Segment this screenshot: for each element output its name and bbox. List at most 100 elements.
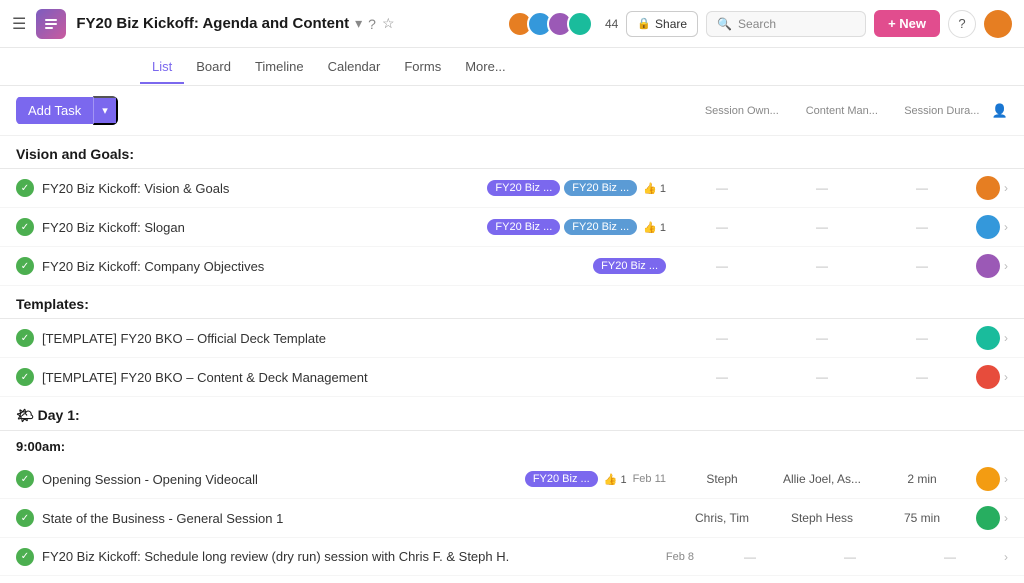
section-label: Vision and Goals: xyxy=(16,146,134,162)
col-session-dur: — xyxy=(872,370,972,384)
task-row: ✓ [TEMPLATE] FY20 BKO – Official Deck Te… xyxy=(0,319,1024,358)
add-task-button[interactable]: Add Task ▾ xyxy=(16,96,118,125)
section-label: 🌤 Day 1: xyxy=(16,407,80,424)
tag: FY20 Biz ... xyxy=(564,180,637,196)
col-content-man: — xyxy=(772,181,872,195)
task-tags: FY20 Biz ... FY20 Biz ... xyxy=(487,219,637,235)
tab-more[interactable]: More... xyxy=(453,51,517,84)
task-name[interactable]: FY20 Biz Kickoff: Vision & Goals xyxy=(42,181,487,196)
add-task-chevron[interactable]: ▾ xyxy=(93,96,118,125)
col-header-session-owner: Session Own... xyxy=(692,105,792,117)
tag: FY20 Biz ... xyxy=(593,258,666,274)
check-icon: ✓ xyxy=(16,329,34,347)
avatar xyxy=(567,11,593,37)
share-label: Share xyxy=(655,17,687,31)
avatar xyxy=(976,506,1000,530)
dropdown-icon[interactable]: ▾ xyxy=(355,15,362,32)
col-session-owner: — xyxy=(672,259,772,273)
check-icon: ✓ xyxy=(16,179,34,197)
hamburger-icon[interactable]: ☰ xyxy=(12,14,26,34)
nav-tabs: List Board Timeline Calendar Forms More.… xyxy=(0,48,1024,86)
main-content: Add Task ▾ Session Own... Content Man...… xyxy=(0,86,1024,583)
date-badge: Feb 8 xyxy=(666,551,694,563)
new-label: + New xyxy=(888,16,926,31)
help-button[interactable]: ? xyxy=(948,10,976,38)
share-icon: 🔒 xyxy=(637,17,651,30)
task-row: ✓ FY20 Biz Kickoff: Vision & Goals FY20 … xyxy=(0,169,1024,208)
task-name[interactable]: FY20 Biz Kickoff: Slogan xyxy=(42,220,487,235)
check-icon: ✓ xyxy=(16,470,34,488)
user-avatar[interactable] xyxy=(984,10,1012,38)
check-icon: ✓ xyxy=(16,368,34,386)
task-name[interactable]: Opening Session - Opening Videocall xyxy=(42,472,525,487)
check-icon: ✓ xyxy=(16,218,34,236)
tab-board[interactable]: Board xyxy=(184,51,243,84)
task-row: ✓ [TEMPLATE] FY20 BKO – Content & Deck M… xyxy=(0,358,1024,397)
time-label: 9:00am: xyxy=(16,439,65,454)
check-icon: ✓ xyxy=(16,548,34,566)
time-header-1015: 10:15am: xyxy=(0,576,1024,583)
task-row: ✓ Opening Session - Opening Videocall FY… xyxy=(0,460,1024,499)
col-content-man: — xyxy=(772,259,872,273)
toolbar: Add Task ▾ Session Own... Content Man...… xyxy=(0,86,1024,136)
tab-calendar[interactable]: Calendar xyxy=(316,51,393,84)
search-box[interactable]: 🔍 Search xyxy=(706,11,866,37)
tab-list[interactable]: List xyxy=(140,51,184,84)
col-session-dur: — xyxy=(872,259,972,273)
chevron-right-icon[interactable]: › xyxy=(1004,259,1008,273)
task-row: ✓ FY20 Biz Kickoff: Schedule long review… xyxy=(0,538,1024,576)
task-name[interactable]: FY20 Biz Kickoff: Schedule long review (… xyxy=(42,549,666,564)
share-button[interactable]: 🔒 Share xyxy=(626,11,698,37)
col-content-man: — xyxy=(772,220,872,234)
chevron-right-icon[interactable]: › xyxy=(1004,220,1008,234)
chevron-right-icon[interactable]: › xyxy=(1004,370,1008,384)
section-vision-goals: Vision and Goals: xyxy=(0,136,1024,169)
top-bar: ☰ FY20 Biz Kickoff: Agenda and Content ▾… xyxy=(0,0,1024,48)
col-session-owner: — xyxy=(672,181,772,195)
col-content-man: Steph Hess xyxy=(772,511,872,525)
avatar-stack xyxy=(507,11,593,37)
like-badge[interactable]: 👍 1 xyxy=(643,182,666,195)
avatars-group: 44 🔒 Share 🔍 Search + New ? xyxy=(507,10,1012,38)
avatar xyxy=(976,467,1000,491)
search-placeholder: Search xyxy=(738,17,776,31)
col-session-owner: — xyxy=(672,370,772,384)
new-button[interactable]: + New xyxy=(874,10,940,37)
col-session-owner: Steph xyxy=(672,472,772,486)
task-name[interactable]: State of the Business - General Session … xyxy=(42,511,672,526)
col-content-man: — xyxy=(772,331,872,345)
tab-forms[interactable]: Forms xyxy=(392,51,453,84)
task-name[interactable]: [TEMPLATE] FY20 BKO – Content & Deck Man… xyxy=(42,370,672,385)
chevron-right-icon[interactable]: › xyxy=(1004,181,1008,195)
add-task-main[interactable]: Add Task xyxy=(16,97,93,124)
project-title: FY20 Biz Kickoff: Agenda and Content xyxy=(76,15,349,32)
content-area: Add Task ▾ Session Own... Content Man...… xyxy=(0,86,1024,583)
chevron-right-icon[interactable]: › xyxy=(1004,331,1008,345)
chevron-right-icon[interactable]: › xyxy=(1004,511,1008,525)
section-label: Templates: xyxy=(16,296,89,312)
star-icon[interactable]: ☆ xyxy=(382,15,395,32)
info-icon[interactable]: ? xyxy=(368,16,376,32)
chevron-right-icon[interactable]: › xyxy=(1004,472,1008,486)
chevron-right-icon[interactable]: › xyxy=(1004,550,1008,564)
time-header-900: 9:00am: xyxy=(0,431,1024,460)
task-name[interactable]: [TEMPLATE] FY20 BKO – Official Deck Temp… xyxy=(42,331,672,346)
col-session-dur: — xyxy=(872,181,972,195)
section-day1: 🌤 Day 1: xyxy=(0,397,1024,431)
task-tags: FY20 Biz ... xyxy=(593,258,666,274)
tab-timeline[interactable]: Timeline xyxy=(243,51,316,84)
col-content-man: — xyxy=(772,370,872,384)
like-badge[interactable]: 👍 1 xyxy=(604,473,627,486)
check-icon: ✓ xyxy=(16,257,34,275)
col-header-content-man: Content Man... xyxy=(792,105,892,117)
col-content-man: — xyxy=(800,550,900,564)
avatar xyxy=(976,326,1000,350)
task-name[interactable]: FY20 Biz Kickoff: Company Objectives xyxy=(42,259,593,274)
col-session-owner: Chris, Tim xyxy=(672,511,772,525)
tag: FY20 Biz ... xyxy=(487,180,560,196)
like-badge[interactable]: 👍 1 xyxy=(643,221,666,234)
col-session-owner: — xyxy=(672,220,772,234)
add-col-icon[interactable]: 👤 xyxy=(992,103,1008,119)
col-content-man: Allie Joel, As... xyxy=(772,472,872,486)
search-icon: 🔍 xyxy=(717,17,732,31)
